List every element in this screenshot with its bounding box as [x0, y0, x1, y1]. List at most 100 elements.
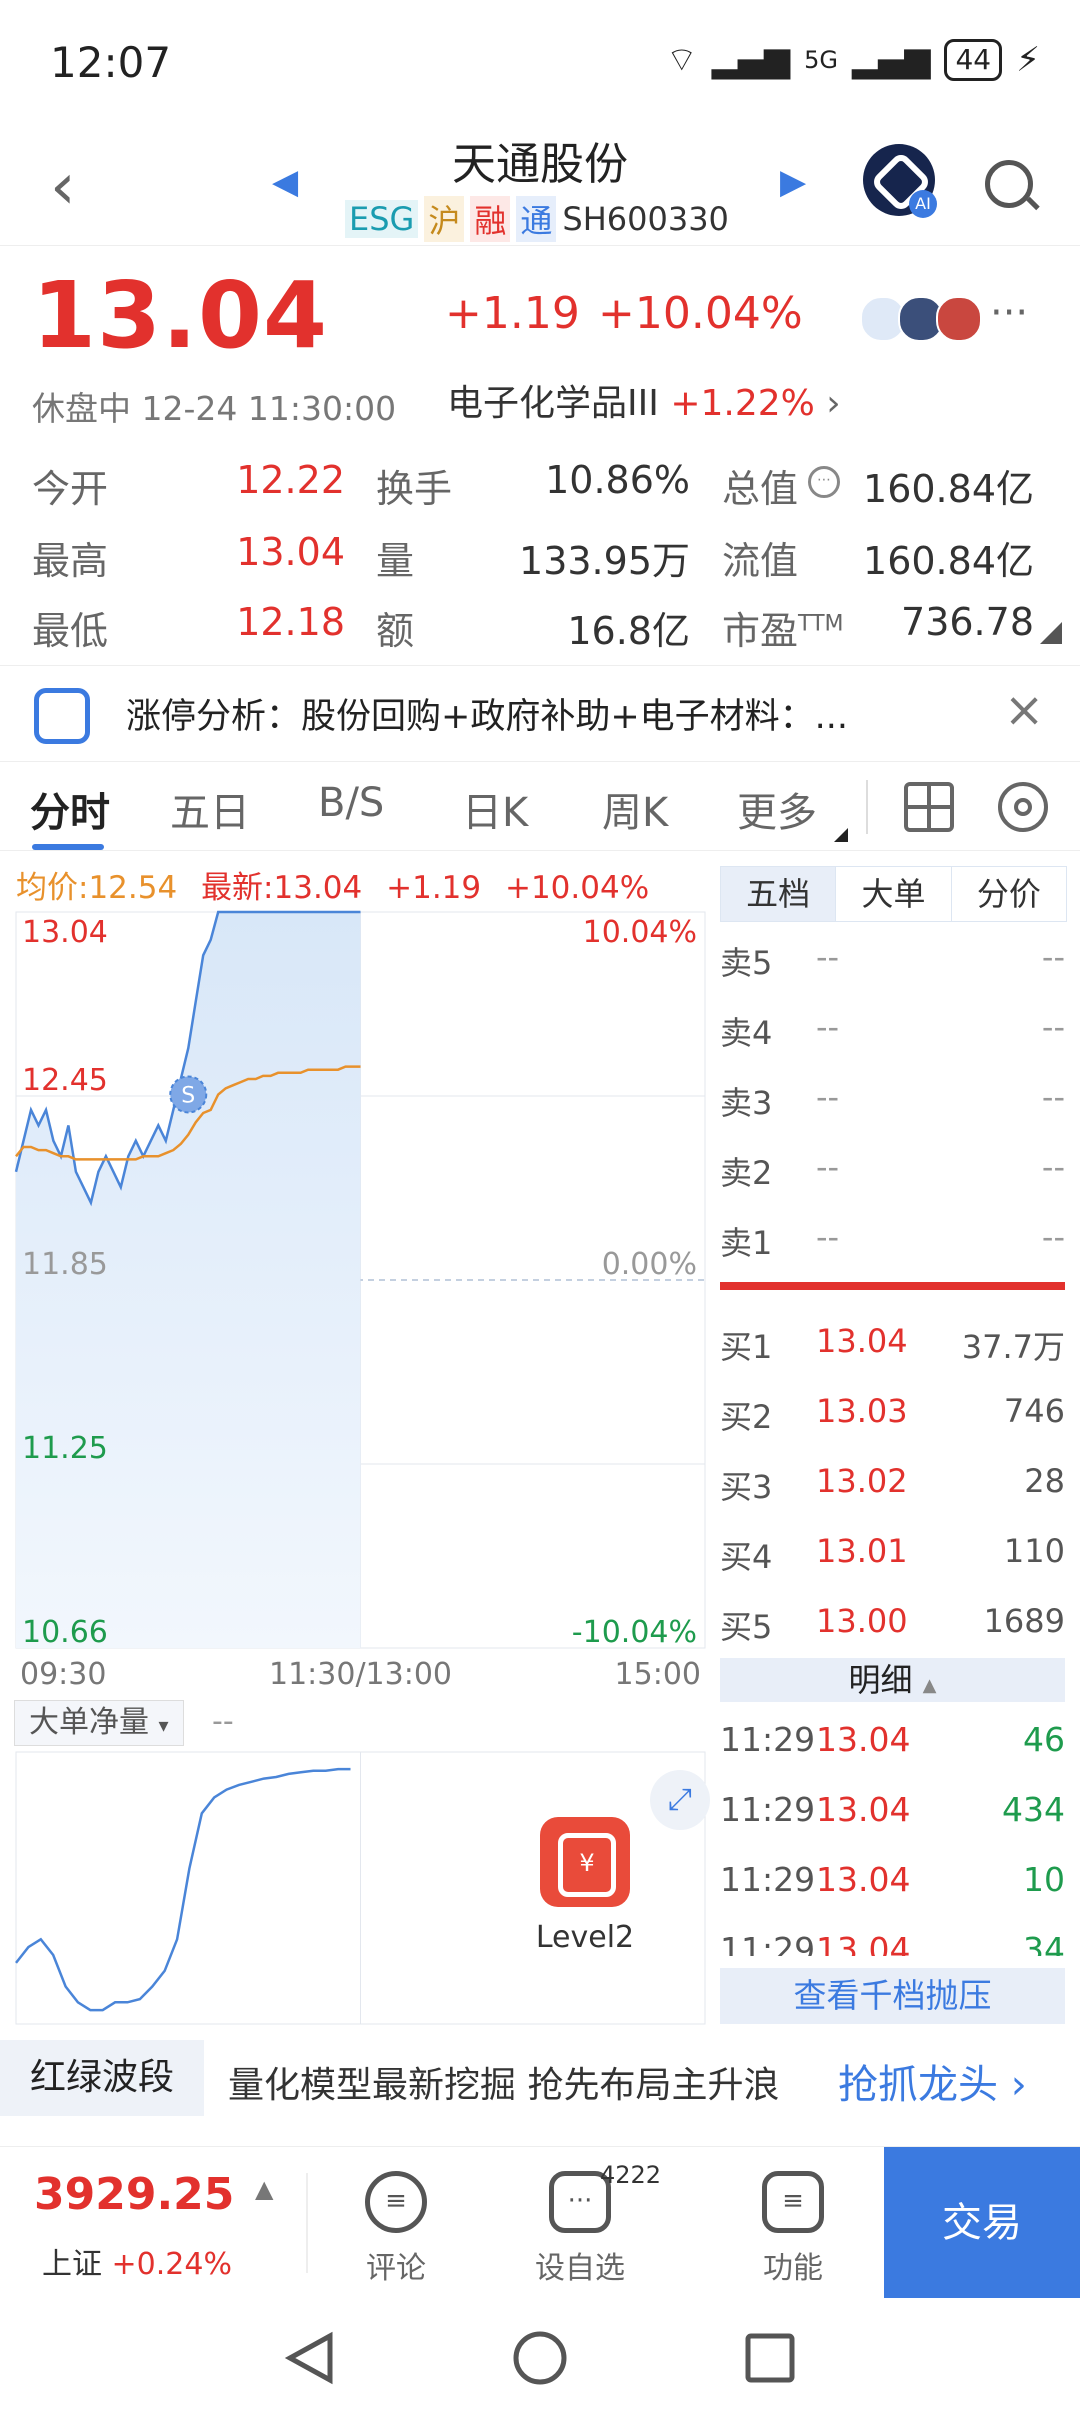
ticks-header[interactable]: 明细 ▲ [720, 1658, 1065, 1702]
status-bar: 12:07 ⌔ ▂▄▆ 5G ▂▄▆ 44 ⚡ [0, 0, 1080, 120]
bid-row[interactable]: 买4 13.01 110 [720, 1532, 1065, 1582]
promo-strip[interactable]: 红绿波段 量化模型最新挖掘 抢先布局主升浪 抢抓龙头 › [0, 2040, 1080, 2116]
comment-button[interactable]: ≡ 评论 [336, 2171, 456, 2287]
bid-volume: 110 [1003, 1532, 1065, 1570]
tab-five-levels[interactable]: 五档 [721, 867, 837, 921]
nav-back-icon[interactable] [280, 2328, 340, 2388]
bid-volume: 37.7万 [961, 1328, 1065, 1366]
bid-level-label: 买4 [720, 1538, 773, 1576]
tick-row: 11:29 13.04 34 [720, 1930, 1065, 1956]
more-dropdown-icon [834, 828, 848, 842]
depth-button[interactable]: 查看千档抛压 [720, 1968, 1065, 2024]
tong-tag[interactable]: 通 [516, 196, 557, 242]
net-volume-dropdown[interactable]: 大单净量 ▾ [14, 1700, 184, 1746]
promo-link[interactable]: 抢抓龙头 › [838, 2052, 1027, 2110]
back-icon[interactable]: ‹ [50, 150, 76, 224]
index-name: 上证 +0.24% [42, 2239, 232, 2283]
ask-row[interactable]: 卖3 -- -- [720, 1078, 1065, 1128]
rong-tag[interactable]: 融 [470, 196, 511, 242]
esg-tag[interactable]: ESG [345, 200, 419, 238]
bid-row[interactable]: 买1 13.04 37.7万 [720, 1322, 1065, 1372]
tab-big-orders[interactable]: 大单 [836, 867, 952, 921]
signal-icon-2: ▂▄▆ [852, 39, 931, 80]
sector-pct: +1.22% [670, 383, 815, 424]
index-name-text: 上证 [42, 2247, 102, 2282]
ask-level-label: 卖3 [720, 1084, 773, 1122]
settings-icon[interactable] [998, 782, 1048, 832]
tick-price: 13.04 [816, 1720, 911, 1759]
ask-row[interactable]: 卖5 -- -- [720, 938, 1065, 988]
orderbook-tabs: 五档 大单 分价 [720, 866, 1067, 922]
open-label: 今开 [32, 467, 109, 511]
dropdown-icon: ▾ [158, 1713, 169, 1737]
y-tick-label: 11.85 [22, 1247, 108, 1282]
x-tick-label: 11:30/13:00 [269, 1657, 452, 1692]
tab-weekly-k[interactable]: 周K [602, 780, 668, 838]
tick-volume: 434 [1002, 1790, 1065, 1829]
tab-bs[interactable]: B/S [318, 780, 384, 826]
expand-triangle-icon[interactable] [1040, 622, 1062, 644]
chevron-right-icon: › [1010, 2062, 1027, 2108]
prev-stock-arrow-icon[interactable]: ◀ [272, 162, 298, 202]
tab-price-dist[interactable]: 分价 [952, 867, 1066, 921]
ask-row[interactable]: 卖4 -- -- [720, 1008, 1065, 1058]
high-value: 13.04 [236, 530, 345, 574]
banner-text: 涨停分析：股份回购+政府补助+电子材料：... [126, 697, 849, 737]
community-avatars[interactable] [860, 296, 982, 342]
comment-icon: ≡ [365, 2171, 427, 2233]
y-tick-label-right: -10.04% [572, 1615, 697, 1650]
network-type: 5G [804, 45, 839, 74]
bid-row[interactable]: 买5 13.00 1689 [720, 1602, 1065, 1652]
close-icon[interactable]: × [1004, 682, 1044, 738]
ask-level-label: 卖1 [720, 1224, 773, 1262]
limit-up-banner[interactable]: 涨停分析：股份回购+政府补助+电子材料：... × [0, 665, 1080, 762]
pe-value: 736.78 [901, 600, 1034, 644]
stock-name: 天通股份 [452, 139, 628, 190]
ask-row[interactable]: 卖1 -- -- [720, 1218, 1065, 1268]
promo-text: 量化模型最新挖掘 抢先布局主升浪 [228, 2065, 780, 2106]
ask-level-label: 卖5 [720, 944, 773, 982]
y-tick-label-right: 0.00% [602, 1247, 697, 1282]
tab-five-day[interactable]: 五日 [170, 780, 250, 838]
info-icon[interactable]: ⋯ [808, 466, 840, 498]
tab-daily-k[interactable]: 日K [462, 780, 528, 838]
expand-icon[interactable]: ⤢ [650, 1770, 710, 1830]
divider [306, 2173, 308, 2273]
nav-recents-icon[interactable] [740, 2328, 800, 2388]
bid-price: 13.01 [816, 1532, 908, 1570]
trade-button[interactable]: 交易 [884, 2147, 1080, 2299]
signal-marker-label: S [181, 1083, 195, 1108]
level2-label[interactable]: Level2 [530, 1920, 640, 1955]
layout-grid-icon[interactable] [904, 782, 954, 832]
net-volume-value: -- [212, 1704, 234, 1739]
function-button[interactable]: ≡ 功能 [733, 2171, 853, 2287]
ask-volume: -- [1041, 1218, 1065, 1256]
bid-row[interactable]: 买2 13.03 746 [720, 1392, 1065, 1442]
ask-row[interactable]: 卖2 -- -- [720, 1148, 1065, 1198]
tick-row: 11:29 13.04 10 [720, 1860, 1065, 1910]
search-icon[interactable] [985, 160, 1033, 208]
next-stock-arrow-icon[interactable]: ▶ [780, 162, 806, 202]
promo-tag[interactable]: 红绿波段 [0, 2040, 204, 2116]
tab-more[interactable]: 更多 [737, 780, 817, 838]
price-change-pct: +10.04% [598, 288, 803, 339]
ask-price: -- [816, 1218, 840, 1256]
sector-link[interactable]: 电子化学品III +1.22% › [447, 374, 841, 426]
battery-icon: 44 [944, 38, 1003, 81]
volume-value: 133.95万 [519, 539, 690, 583]
hu-tag[interactable]: 沪 [424, 196, 465, 242]
orderbook-divider [720, 1282, 1065, 1290]
amount-value: 16.8亿 [567, 609, 690, 653]
bid-level-label: 买3 [720, 1468, 773, 1506]
price-change: +1.19 [445, 288, 580, 339]
level2-icon[interactable]: ¥ [540, 1817, 630, 1907]
bid-row[interactable]: 买3 13.02 28 [720, 1462, 1065, 1512]
ai-assistant-icon[interactable]: AI [863, 144, 937, 218]
tab-intraday[interactable]: 分时 [30, 780, 110, 838]
nav-home-icon[interactable] [510, 2328, 570, 2388]
ask-price: -- [816, 1078, 840, 1116]
bid-volume: 1689 [983, 1602, 1065, 1640]
more-icon[interactable]: ··· [990, 290, 1028, 336]
y-tick-label: 13.04 [22, 915, 108, 950]
index-pct: +0.24% [111, 2247, 232, 2282]
